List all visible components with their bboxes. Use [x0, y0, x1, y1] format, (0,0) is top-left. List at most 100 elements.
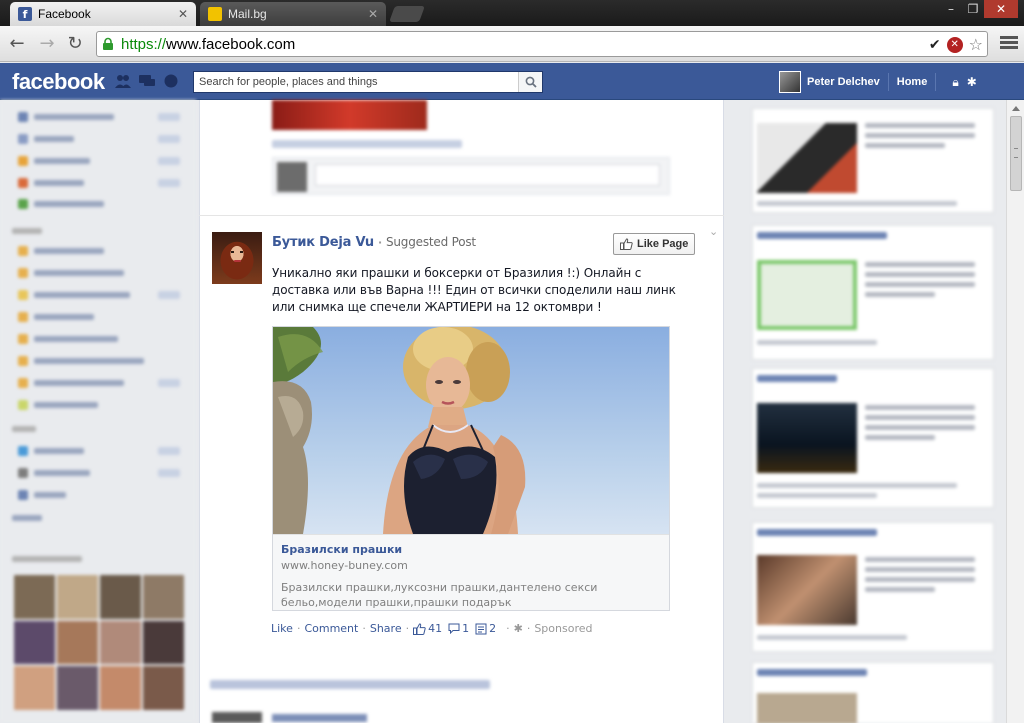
sidebar-item[interactable]	[18, 446, 180, 456]
user-name-link[interactable]: Peter Delchev	[807, 76, 880, 88]
tab-mailbg[interactable]: Mail.bg ✕	[200, 2, 386, 26]
post-header: Бутик Deja Vu · Suggested Post	[272, 235, 476, 250]
like-link[interactable]: Like	[271, 622, 293, 635]
previous-post-actions[interactable]	[272, 140, 462, 148]
scrollbar-grip	[1014, 148, 1018, 158]
comment-link[interactable]: Comment	[304, 622, 358, 635]
attachment-info: Бразилски прашки www.honey-buney.com Бра…	[273, 534, 669, 610]
sidebar-item[interactable]	[18, 178, 180, 188]
scroll-up-arrow-icon[interactable]	[1012, 106, 1020, 111]
next-post-header[interactable]	[210, 680, 490, 689]
back-icon[interactable]: ←	[6, 33, 28, 55]
nav-divider	[887, 73, 889, 91]
user-nav: Peter Delchev Home 🔒︎ ✱	[779, 71, 977, 93]
reload-icon[interactable]: ↻	[64, 33, 86, 55]
share-icon	[475, 623, 487, 634]
ad-image[interactable]	[757, 555, 857, 625]
sponsored-gear-icon[interactable]: ✱	[514, 622, 523, 635]
ad-card[interactable]	[752, 225, 994, 360]
attachment-domain: www.honey-buney.com	[281, 559, 408, 572]
ad-image[interactable]	[757, 123, 857, 193]
likes-count-value: 41	[428, 622, 443, 635]
sidebar-item[interactable]	[18, 490, 66, 500]
post-options-chevron-icon[interactable]: ⌄	[709, 225, 718, 238]
post-actions-bar: Like · Comment · Share · 41 1 2 · ✱ · Sp…	[271, 622, 592, 635]
ad-image[interactable]	[757, 403, 857, 473]
attachment-image[interactable]	[273, 327, 669, 534]
page-avatar[interactable]	[212, 232, 262, 284]
close-tab-icon[interactable]: ✕	[368, 7, 378, 21]
feed-divider	[199, 215, 724, 216]
messages-icon[interactable]	[138, 73, 156, 89]
like-page-button[interactable]: Like Page	[613, 233, 696, 255]
shares-count[interactable]: 2	[475, 622, 496, 635]
sidebar-more-link[interactable]	[12, 515, 42, 521]
browser-menu-icon[interactable]	[1000, 34, 1018, 52]
comments-count[interactable]: 1	[448, 622, 469, 635]
sidebar-item[interactable]	[18, 246, 104, 256]
ad-image[interactable]	[757, 693, 857, 723]
friend-requests-icon[interactable]	[114, 73, 132, 89]
user-avatar[interactable]	[779, 71, 801, 93]
facebook-logo[interactable]: facebook	[12, 69, 105, 95]
sidebar-item[interactable]	[18, 356, 144, 366]
sidebar-item[interactable]	[18, 199, 104, 209]
facebook-header: facebook Peter Delchev Home 🔒︎ ✱	[0, 63, 1024, 100]
ad-card[interactable]	[752, 662, 994, 723]
block-icon[interactable]: ✕	[946, 36, 963, 53]
notification-jewels	[114, 73, 180, 89]
sidebar-item[interactable]	[18, 468, 180, 478]
page-scrollbar[interactable]	[1006, 100, 1024, 723]
sidebar-item[interactable]	[18, 268, 124, 278]
ad-card[interactable]	[752, 368, 994, 508]
previous-post-comment-box	[272, 157, 670, 195]
address-bar[interactable]: https://www.facebook.com ✔ ✕ ☆	[96, 31, 988, 57]
search-box	[193, 71, 543, 93]
tab-facebook[interactable]: f Facebook ✕	[10, 2, 196, 26]
next-post-avatar[interactable]	[212, 712, 262, 723]
comment-input[interactable]	[315, 164, 660, 186]
previous-post-image[interactable]	[272, 100, 427, 130]
sidebar-item[interactable]	[18, 378, 180, 388]
sidebar-item[interactable]	[18, 400, 98, 410]
sidebar-item[interactable]	[18, 156, 180, 166]
restore-icon[interactable]: ❐	[962, 0, 984, 18]
separator-dot: ·	[506, 622, 510, 635]
sidebar-item[interactable]	[18, 334, 118, 344]
new-tab-button[interactable]	[389, 6, 425, 22]
home-link[interactable]: Home	[897, 76, 928, 88]
search-input[interactable]	[194, 72, 518, 92]
notifications-globe-icon[interactable]	[162, 73, 180, 89]
close-tab-icon[interactable]: ✕	[178, 7, 188, 21]
ad-card[interactable]	[752, 522, 994, 652]
link-attachment[interactable]: Бразилски прашки www.honey-buney.com Бра…	[272, 326, 670, 611]
next-post-name[interactable]	[272, 714, 367, 722]
attachment-description: Бразилски прашки,луксозни прашки,дантеле…	[281, 581, 598, 609]
checkmark-icon[interactable]: ✔	[929, 37, 941, 53]
sidebar-item[interactable]	[18, 134, 180, 144]
separator-dot: ·	[362, 622, 366, 635]
minimize-icon[interactable]: –	[940, 0, 962, 18]
commenter-avatar	[277, 162, 307, 192]
close-window-icon[interactable]: ✕	[984, 0, 1018, 18]
bookmark-star-icon[interactable]: ☆	[969, 35, 983, 54]
sponsored-label[interactable]: Sponsored	[534, 622, 592, 635]
sidebar-item[interactable]	[18, 112, 180, 122]
ad-card[interactable]	[752, 108, 994, 213]
forward-icon[interactable]: →	[36, 33, 58, 55]
tab-title: Facebook	[38, 7, 91, 21]
facebook-favicon-icon: f	[18, 7, 32, 21]
search-button[interactable]	[518, 72, 542, 92]
attachment-title-link[interactable]: Бразилски прашки	[281, 543, 661, 556]
share-link[interactable]: Share	[370, 622, 402, 635]
shares-count-value: 2	[489, 622, 497, 635]
sidebar-item[interactable]	[18, 290, 180, 300]
page-name-link[interactable]: Бутик Deja Vu	[272, 235, 374, 250]
browser-tabstrip: f Facebook ✕ Mail.bg ✕ – ❐ ✕	[0, 0, 1024, 26]
settings-gear-icon[interactable]: ✱	[967, 75, 977, 89]
sidebar-item[interactable]	[18, 312, 94, 322]
mailbg-favicon-icon	[208, 7, 222, 21]
privacy-shortcuts-icon[interactable]: 🔒︎	[952, 75, 958, 90]
ad-image[interactable]	[757, 260, 857, 330]
likes-count[interactable]: 41	[413, 622, 442, 635]
